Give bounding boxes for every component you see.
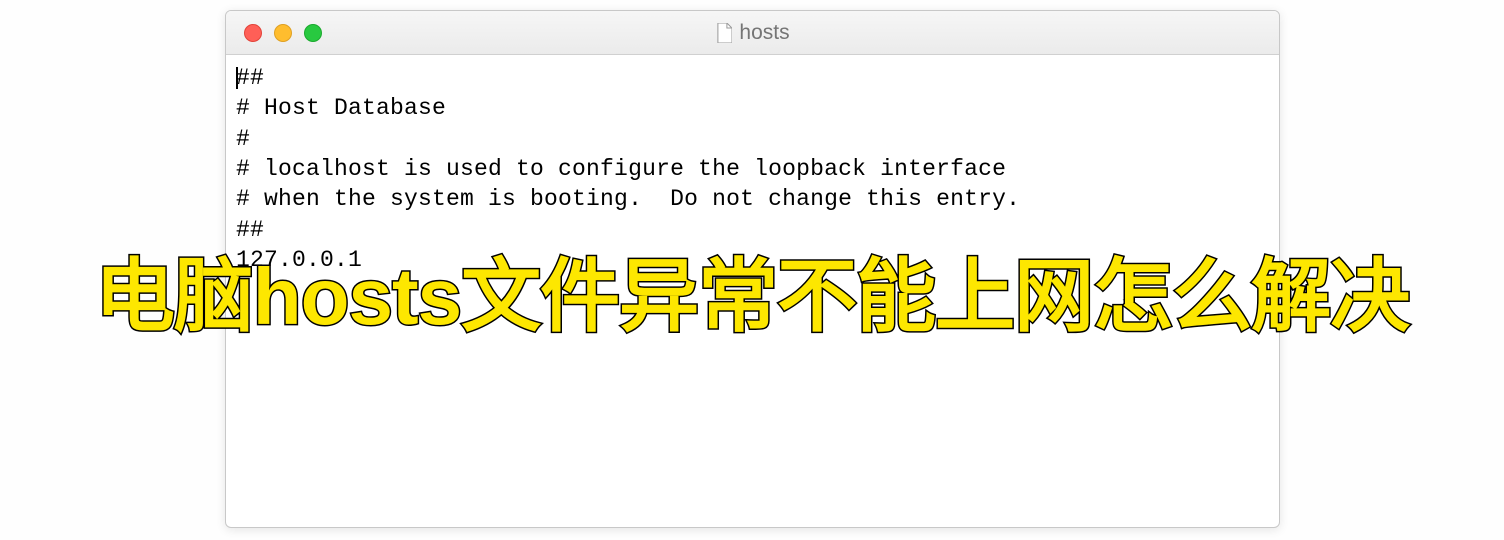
- text-line: # when the system is booting. Do not cha…: [236, 186, 1020, 212]
- title-center: hosts: [715, 21, 789, 45]
- window-titlebar[interactable]: hosts: [226, 11, 1279, 55]
- minimize-button[interactable]: [274, 24, 292, 42]
- window-title: hosts: [739, 21, 789, 45]
- text-line: # localhost is used to configure the loo…: [236, 156, 1006, 182]
- text-line: #: [236, 126, 250, 152]
- traffic-lights: [226, 24, 322, 42]
- file-icon: [715, 23, 731, 43]
- text-line: # Host Database: [236, 95, 446, 121]
- text-line: ##: [236, 65, 264, 91]
- close-button[interactable]: [244, 24, 262, 42]
- overlay-caption: 电脑hosts文件异常不能上网怎么解决: [0, 232, 1504, 348]
- maximize-button[interactable]: [304, 24, 322, 42]
